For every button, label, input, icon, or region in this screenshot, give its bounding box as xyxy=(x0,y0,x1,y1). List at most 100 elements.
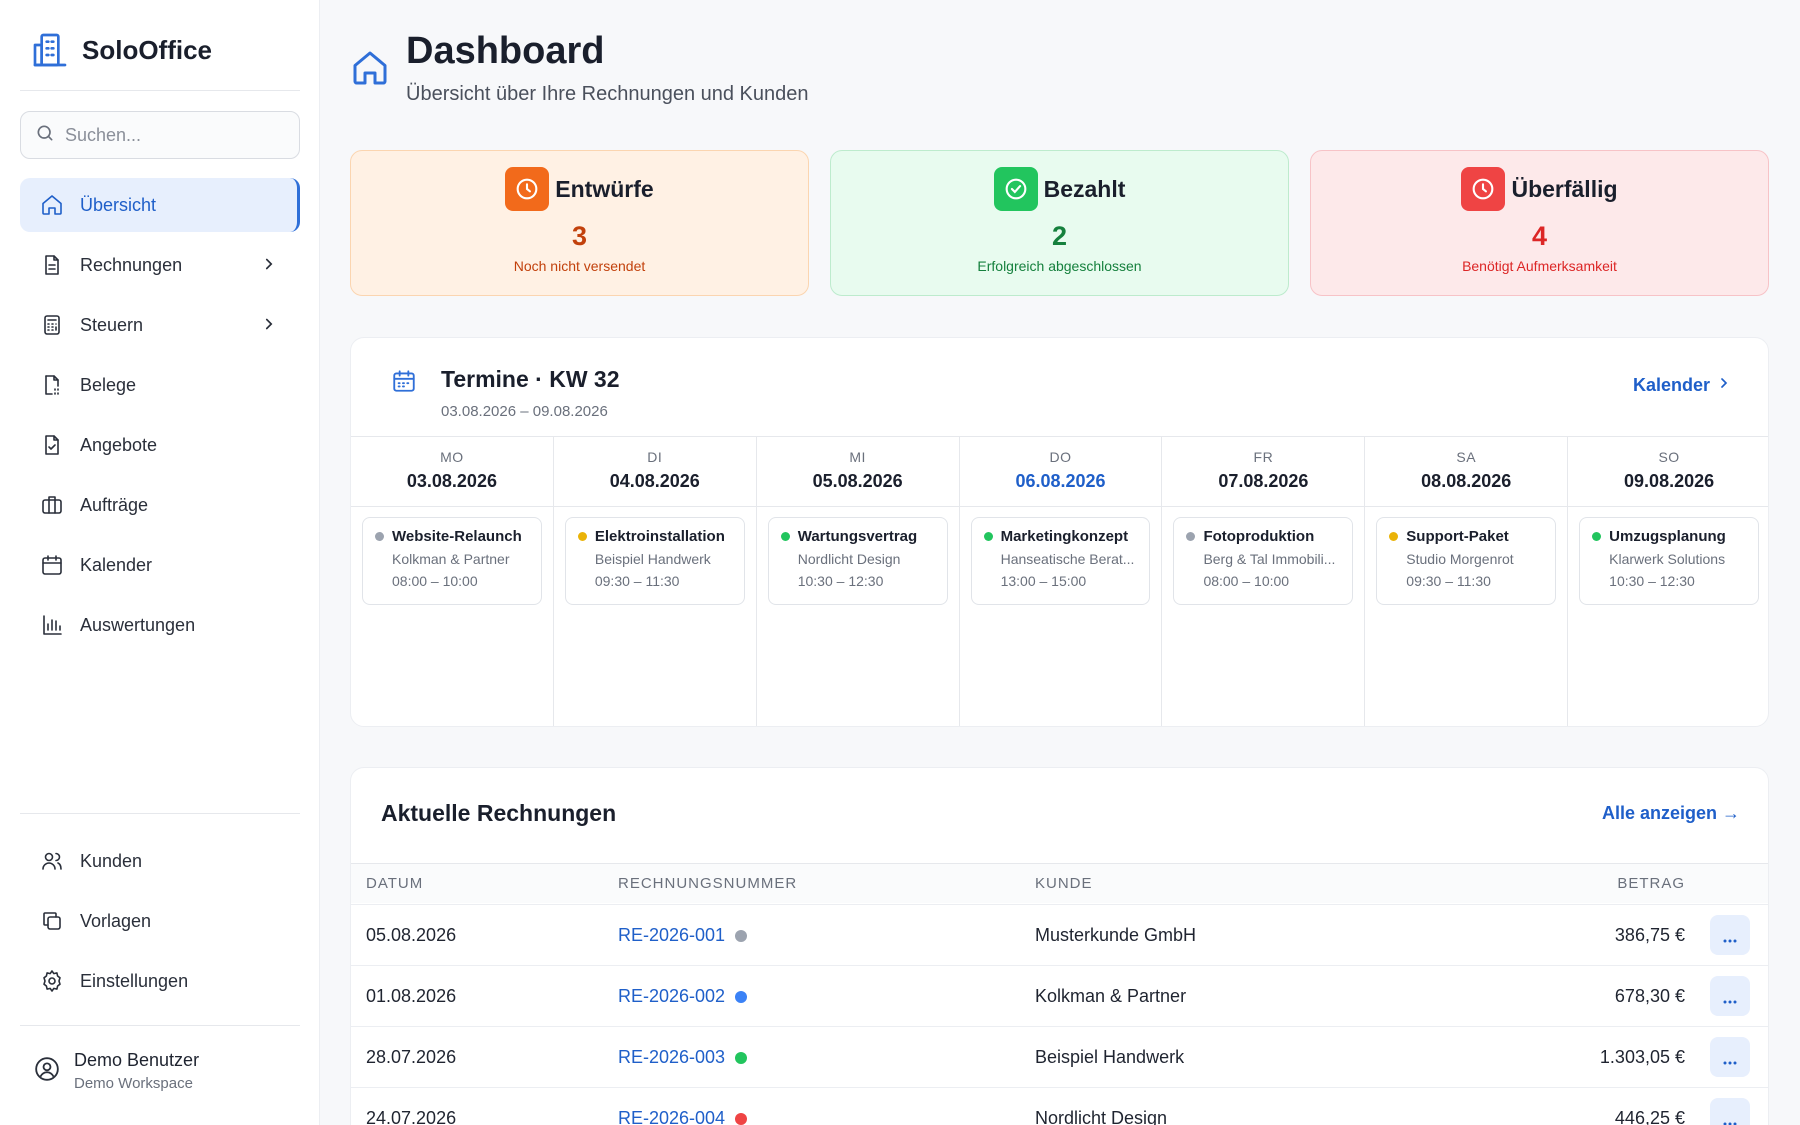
stat-card[interactable]: Bezahlt 2 Erfolgreich abgeschlossen xyxy=(830,150,1289,296)
search-box[interactable] xyxy=(20,111,300,159)
appointment-client: Nordlicht Design xyxy=(797,551,901,567)
appointment-title: Marketingkonzept xyxy=(1000,528,1129,545)
day-date: 04.08.2026 xyxy=(609,471,700,491)
invoice-date: 24.07.2026 xyxy=(366,1108,457,1125)
appointment-card[interactable]: Elektroinstallation Beispiel Handwerk 09:3… xyxy=(564,517,745,605)
sidebar-item[interactable]: Aufträge xyxy=(20,478,300,532)
appointment-card[interactable]: Support-Paket Studio Morgenrot 09:30 – 11:… xyxy=(1376,517,1557,605)
status-dot xyxy=(983,532,993,541)
invoice-number: RE-2026-002 xyxy=(618,986,726,1006)
appointment-card[interactable]: Website-Relaunch Kolkman & Partner 08:00 –… xyxy=(362,517,542,605)
invoice-number-link[interactable]: RE-2026-003 xyxy=(618,1027,748,1088)
search-input[interactable] xyxy=(65,124,285,146)
appointment-card[interactable]: Wartungsvertrag Nordlicht Design 10:30 – 1… xyxy=(767,517,948,605)
appointment-card[interactable]: Umzugsplanung Klarwerk Solutions 10:30 – 1… xyxy=(1579,517,1760,605)
sidebar-item[interactable]: Kalender xyxy=(20,538,300,592)
appointments-card: Termine · KW 32 03.08.2026 – 09.08.2026 … xyxy=(350,337,1769,727)
user-profile[interactable]: Demo Benutzer Demo Workspace xyxy=(34,1050,199,1092)
invoice-date: 01.08.2026 xyxy=(366,986,457,1006)
day-date: 07.08.2026 xyxy=(1218,471,1309,491)
bar-chart-icon xyxy=(40,613,64,637)
sidebar-item[interactable]: Rechnungen xyxy=(20,238,300,292)
day-date: 09.08.2026 xyxy=(1624,471,1715,491)
appointment-time: 09:30 – 11:30 xyxy=(594,573,680,589)
appointment-client: Klarwerk Solutions xyxy=(1609,551,1726,567)
chevron-right-icon xyxy=(260,255,278,278)
day-name: FR xyxy=(1253,449,1274,465)
appointment-card[interactable]: Fotoproduktion Berg & Tal Immobili... 08:0… xyxy=(1173,517,1354,605)
table-row[interactable]: 24.07.2026 RE-2026-004 Nordlicht Design 446… xyxy=(351,1087,1768,1125)
appointment-title: Website-Relaunch xyxy=(392,528,522,545)
chevron-right-icon xyxy=(1716,375,1732,396)
sidebar-item-label: Belege xyxy=(80,374,137,395)
day-header[interactable]: FR 07.08.2026 xyxy=(1162,437,1365,507)
invoice-number-link[interactable]: RE-2026-001 xyxy=(618,905,748,966)
day-header[interactable]: SO 09.08.2026 xyxy=(1568,437,1768,507)
sidebar-item[interactable]: Übersicht xyxy=(20,178,300,232)
day-header[interactable]: DI 04.08.2026 xyxy=(553,437,756,507)
table-row[interactable]: 05.08.2026 RE-2026-001 Musterkunde GmbH 386… xyxy=(351,904,1768,966)
appointment-title: Umzugsplanung xyxy=(1609,528,1726,545)
invoice-number-link[interactable]: RE-2026-002 xyxy=(618,966,748,1027)
invoice-customer: Kolkman & Partner xyxy=(1035,986,1187,1006)
status-dot xyxy=(1186,532,1196,541)
building-icon xyxy=(30,30,70,70)
invoice-date: 28.07.2026 xyxy=(366,1047,457,1067)
stat-count: 2 xyxy=(1051,221,1068,251)
sidebar-item[interactable]: Einstellungen xyxy=(20,954,300,1008)
table-header: DATUM RECHNUNGSNUMMER KUNDE BETRAG xyxy=(351,863,1768,903)
status-dot xyxy=(735,990,748,1003)
stat-card[interactable]: Überfällig 4 Benötigt Aufmerksamkeit xyxy=(1310,150,1769,296)
day-header[interactable]: SA 08.08.2026 xyxy=(1365,437,1568,507)
table-row[interactable]: 28.07.2026 RE-2026-003 Beispiel Handwerk 1.… xyxy=(351,1026,1768,1088)
appointments-title: Termine · KW 32 xyxy=(441,366,620,392)
sidebar-item[interactable]: Steuern xyxy=(20,298,300,352)
sidebar-item[interactable]: Angebote xyxy=(20,418,300,472)
home-icon xyxy=(40,193,64,217)
show-all-link[interactable]: Alle anzeigen → xyxy=(1602,803,1740,824)
stat-card[interactable]: Entwürfe 3 Noch nicht versendet xyxy=(350,150,809,296)
stat-description: Erfolgreich abgeschlossen xyxy=(977,258,1142,274)
sidebar-item-label: Übersicht xyxy=(80,194,157,215)
column-header-customer: KUNDE xyxy=(1035,875,1093,892)
appointment-title: Support-Paket xyxy=(1406,528,1509,545)
appointment-client: Hanseatische Berat... xyxy=(1000,551,1135,567)
more-actions-button[interactable] xyxy=(1710,1098,1750,1125)
day-column: DI 04.08.2026 Elektroinstallation Beispiel … xyxy=(553,437,757,726)
column-header-amount: BETRAG xyxy=(1617,875,1685,892)
sidebar-item[interactable]: Belege xyxy=(20,358,300,412)
day-header[interactable]: DO 06.08.2026 xyxy=(959,437,1162,507)
day-name: SO xyxy=(1658,449,1680,465)
invoice-number-link[interactable]: RE-2026-004 xyxy=(618,1088,748,1125)
appointment-card[interactable]: Marketingkonzept Hanseatische Berat... 13:… xyxy=(970,517,1151,605)
invoice-amount: 1.303,05 € xyxy=(1599,1047,1685,1067)
day-date: 06.08.2026 xyxy=(1015,471,1106,491)
user-workspace: Demo Workspace xyxy=(74,1075,193,1092)
calendar-link[interactable]: Kalender xyxy=(1633,375,1732,396)
chevron-right-icon xyxy=(260,315,278,338)
table-row[interactable]: 01.08.2026 RE-2026-002 Kolkman & Partner 67… xyxy=(351,965,1768,1027)
more-actions-button[interactable] xyxy=(1710,976,1750,1016)
day-header[interactable]: MI 05.08.2026 xyxy=(756,437,959,507)
sidebar-item-label: Kunden xyxy=(80,850,143,871)
sidebar-item[interactable]: Auswertungen xyxy=(20,598,300,652)
sidebar-item[interactable]: Kunden xyxy=(20,834,300,888)
stat-count: 3 xyxy=(571,221,588,251)
users-icon xyxy=(40,849,64,873)
sidebar-item[interactable]: Vorlagen xyxy=(20,894,300,948)
check-circle-icon xyxy=(993,167,1038,211)
invoice-customer: Nordlicht Design xyxy=(1035,1108,1168,1125)
appointment-time: 10:30 – 12:30 xyxy=(1609,573,1695,589)
brand[interactable]: SoloOffice xyxy=(30,30,212,70)
sidebar-item-label: Auswertungen xyxy=(80,614,196,635)
copy-icon xyxy=(40,909,64,933)
sidebar-divider xyxy=(20,813,300,814)
search-icon xyxy=(35,123,55,148)
more-actions-button[interactable] xyxy=(1710,915,1750,955)
more-actions-button[interactable] xyxy=(1710,1037,1750,1077)
day-header[interactable]: MO 03.08.2026 xyxy=(351,437,553,507)
invoice-customer: Musterkunde GmbH xyxy=(1035,925,1197,945)
day-column: DO 06.08.2026 Marketingkonzept Hanseatische… xyxy=(959,437,1163,726)
appointment-time: 10:30 – 12:30 xyxy=(797,573,884,589)
day-column: SO 09.08.2026 Umzugsplanung Klarwerk Soluti… xyxy=(1568,437,1768,726)
